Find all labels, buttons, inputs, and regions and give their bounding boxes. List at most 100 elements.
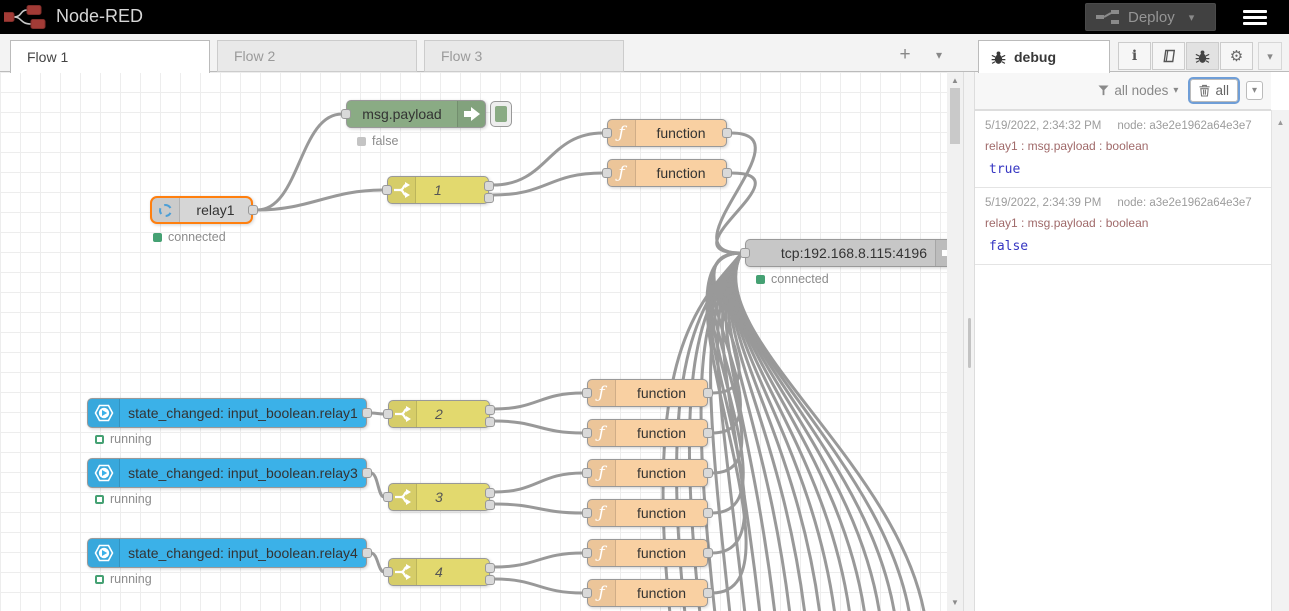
switch-icon <box>388 177 416 203</box>
output-port[interactable] <box>703 428 713 438</box>
node-function[interactable]: ƒ function <box>607 159 727 187</box>
output-port[interactable] <box>703 548 713 558</box>
node-label: function <box>616 465 707 481</box>
status-dot-green-ring <box>95 575 104 584</box>
output-port-1[interactable] <box>485 488 495 498</box>
node-relay1-selected[interactable]: relay1 <box>150 196 253 224</box>
output-port[interactable] <box>362 408 372 418</box>
help-tab-button[interactable] <box>1152 42 1185 70</box>
switch-icon <box>389 559 417 585</box>
node-function[interactable]: ƒ function <box>587 579 708 607</box>
add-flow-button[interactable]: + <box>893 44 917 68</box>
debug-enable-toggle[interactable] <box>490 101 512 127</box>
debug-tab-button[interactable] <box>1186 42 1219 70</box>
node-label: state_changed: input_boolean.relay1 <box>120 405 366 421</box>
output-port[interactable] <box>703 508 713 518</box>
input-port[interactable] <box>602 168 612 178</box>
scroll-up-icon[interactable]: ▲ <box>947 76 963 85</box>
filter-icon <box>1098 85 1109 96</box>
node-label: function <box>616 425 707 441</box>
switch-icon <box>389 484 417 510</box>
node-label: 4 <box>417 564 489 580</box>
node-function[interactable]: ƒ function <box>607 119 727 147</box>
output-port[interactable] <box>362 468 372 478</box>
input-port[interactable] <box>582 428 592 438</box>
output-port-2[interactable] <box>485 417 495 427</box>
deploy-label: Deploy <box>1128 9 1175 26</box>
sidebar-scrollbar[interactable]: ▲ <box>1271 110 1289 611</box>
output-port-2[interactable] <box>484 193 494 203</box>
node-state-changed-relay4[interactable]: state_changed: input_boolean.relay4 <box>87 538 367 568</box>
hamburger-icon <box>1243 10 1267 13</box>
node-tcp-out[interactable]: tcp:192.168.8.115:4196 <box>745 239 947 267</box>
node-function[interactable]: ƒ function <box>587 379 708 407</box>
scroll-up-icon[interactable]: ▲ <box>1272 118 1289 127</box>
debug-clear-all-button[interactable]: all <box>1190 79 1238 102</box>
sidebar-tabs-chevron-down-icon[interactable]: ▾ <box>1258 42 1282 70</box>
output-port[interactable] <box>703 388 713 398</box>
message-node-id: node: a3e2e1962a64e3e7 <box>1117 120 1251 132</box>
config-tab-button[interactable]: ⚙ <box>1220 42 1253 70</box>
output-port[interactable] <box>703 468 713 478</box>
flow-canvas[interactable]: msg.payload false relay1 connected 1 <box>0 72 947 611</box>
info-tab-button[interactable]: i <box>1118 42 1151 70</box>
node-switch-1[interactable]: 1 <box>387 176 489 204</box>
node-state-changed-relay1[interactable]: state_changed: input_boolean.relay1 <box>87 398 367 428</box>
flow-list-chevron-down-icon[interactable]: ▾ <box>936 48 942 62</box>
input-port[interactable] <box>582 508 592 518</box>
node-function[interactable]: ƒ function <box>587 499 708 527</box>
node-label: function <box>636 125 726 141</box>
input-port[interactable] <box>383 567 393 577</box>
output-port[interactable] <box>362 548 372 558</box>
main-menu-button[interactable] <box>1243 7 1271 27</box>
status-dot-green-ring <box>95 435 104 444</box>
tab-label: Flow 1 <box>27 49 68 65</box>
tab-flow-2[interactable]: Flow 2 <box>217 40 417 72</box>
canvas-vertical-scrollbar[interactable]: ▲ ▼ <box>947 72 963 611</box>
input-port[interactable] <box>582 548 592 558</box>
node-function[interactable]: ƒ function <box>587 539 708 567</box>
tab-flow-1[interactable]: Flow 1 <box>10 40 210 73</box>
clear-options-chevron-down-icon[interactable]: ▾ <box>1246 81 1263 100</box>
node-status: running <box>95 432 152 446</box>
output-port-1[interactable] <box>485 405 495 415</box>
node-label: relay1 <box>180 202 251 218</box>
node-status: connected <box>153 230 226 244</box>
input-port[interactable] <box>602 128 612 138</box>
input-port[interactable] <box>383 409 393 419</box>
output-port-2[interactable] <box>485 500 495 510</box>
filter-label: all nodes <box>1114 83 1168 98</box>
node-debug-msg-payload[interactable]: msg.payload <box>346 100 486 128</box>
scrollbar-thumb[interactable] <box>950 88 960 144</box>
hamburger-icon <box>1243 22 1267 25</box>
output-port[interactable] <box>722 168 732 178</box>
input-port[interactable] <box>341 109 351 119</box>
node-function[interactable]: ƒ function <box>587 459 708 487</box>
node-switch-3[interactable]: 3 <box>388 483 490 511</box>
node-switch-4[interactable]: 4 <box>388 558 490 586</box>
output-port[interactable] <box>722 128 732 138</box>
scroll-down-icon[interactable]: ▼ <box>947 598 963 607</box>
plus-icon: + <box>899 44 910 65</box>
sidebar-splitter[interactable] <box>963 72 975 611</box>
node-function[interactable]: ƒ function <box>587 419 708 447</box>
output-port-1[interactable] <box>485 563 495 573</box>
output-port-2[interactable] <box>485 575 495 585</box>
output-port-1[interactable] <box>484 181 494 191</box>
tab-debug-sidebar[interactable]: debug <box>978 40 1110 73</box>
output-port[interactable] <box>703 588 713 598</box>
node-state-changed-relay3[interactable]: state_changed: input_boolean.relay3 <box>87 458 367 488</box>
debug-filter-button[interactable]: all nodes ▾ <box>1094 80 1182 101</box>
input-port[interactable] <box>740 248 750 258</box>
node-switch-2[interactable]: 2 <box>388 400 490 428</box>
input-port[interactable] <box>382 185 392 195</box>
deploy-button[interactable]: Deploy ▾ <box>1085 3 1216 31</box>
deploy-chevron-down-icon[interactable]: ▾ <box>1189 11 1195 24</box>
function-icon: ƒ <box>588 500 616 526</box>
input-port[interactable] <box>383 492 393 502</box>
output-port[interactable] <box>248 205 258 215</box>
input-port[interactable] <box>582 388 592 398</box>
input-port[interactable] <box>582 588 592 598</box>
tab-flow-3[interactable]: Flow 3 <box>424 40 624 72</box>
input-port[interactable] <box>582 468 592 478</box>
